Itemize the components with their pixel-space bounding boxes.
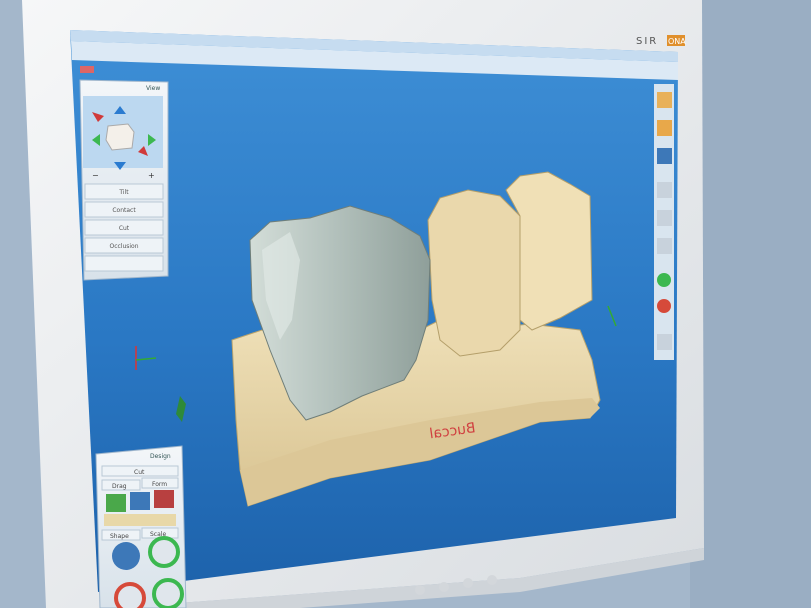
- tab-form-label: Form: [152, 481, 167, 488]
- wall-shade: [690, 0, 811, 608]
- view-panel-title: View: [146, 85, 160, 92]
- tool-swatch-1[interactable]: [106, 494, 126, 512]
- prepared-tooth-mesial[interactable]: [427, 189, 521, 357]
- view-button-label: Tilt: [118, 189, 129, 196]
- view-panel: View − + Tilt Contact Cut Occlusion: [79, 79, 169, 281]
- zoom-in-button[interactable]: +: [148, 171, 155, 180]
- design-panel: Design Cut Drag Form Shape Scale: [95, 445, 187, 608]
- subtab-shape-label: Shape: [110, 533, 129, 540]
- tooth-preview-icon: [105, 123, 135, 151]
- dial-icon-3[interactable]: [114, 582, 146, 608]
- right-toolbar: [654, 84, 674, 360]
- tool-swatch-3[interactable]: [154, 490, 174, 508]
- photo: SIR ONA View − + Tilt Contact Cut Occlusion: [0, 0, 811, 608]
- tool-button-9[interactable]: [657, 334, 672, 350]
- tool-swatch-2[interactable]: [130, 492, 150, 510]
- tool-button-1[interactable]: [657, 92, 672, 108]
- brand-suffix: ONA: [668, 37, 686, 46]
- close-icon[interactable]: [80, 66, 94, 73]
- tool-button-4[interactable]: [657, 182, 672, 198]
- shape-dial-icon[interactable]: [112, 542, 140, 570]
- tool-button-2[interactable]: [657, 120, 672, 136]
- forward-icon[interactable]: [657, 273, 671, 287]
- tool-button-6[interactable]: [657, 238, 672, 254]
- view-button-label: Contact: [112, 207, 136, 214]
- view-button-4[interactable]: [84, 255, 164, 272]
- save-icon[interactable]: [657, 148, 672, 164]
- design-header-text: Cut: [134, 469, 145, 476]
- dial-icon-4[interactable]: [152, 578, 184, 608]
- tool-button-5[interactable]: [657, 210, 672, 226]
- scale-row: [104, 514, 176, 526]
- back-icon[interactable]: [657, 299, 671, 313]
- scale-dial-icon[interactable]: [148, 536, 180, 568]
- brand-prefix: SIR: [636, 36, 658, 47]
- view-button-label: Occlusion: [109, 243, 138, 250]
- design-panel-title: Design: [150, 453, 171, 460]
- view-button-label: Cut: [119, 225, 130, 232]
- zoom-out-button[interactable]: −: [92, 171, 99, 180]
- tab-drag-label: Drag: [112, 483, 127, 490]
